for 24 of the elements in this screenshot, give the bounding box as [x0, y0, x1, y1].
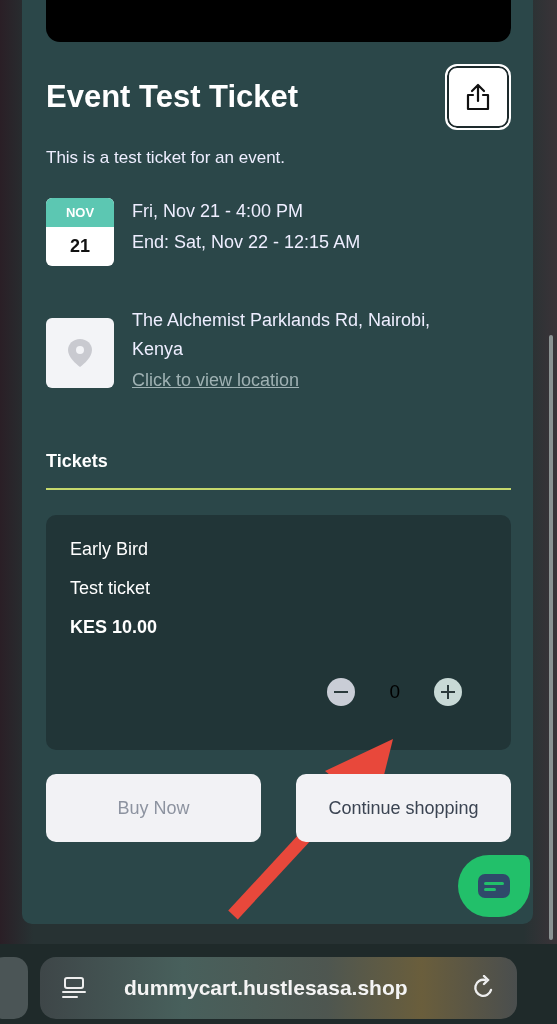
share-icon — [465, 83, 491, 111]
calendar-day: 21 — [46, 227, 114, 266]
address-bar[interactable]: dummycart.hustlesasa.shop — [40, 957, 517, 1019]
ticket-price: KES 10.00 — [70, 617, 159, 638]
chat-icon — [478, 874, 510, 898]
tickets-heading: Tickets — [46, 451, 109, 472]
ticket-name: Early Bird — [70, 539, 150, 560]
ticket-description: Test ticket — [70, 578, 152, 599]
minus-icon — [334, 691, 349, 693]
browser-tab-edge — [0, 957, 28, 1019]
event-address: The Alchemist Parklands Rd, Nairobi, Kenya — [132, 309, 432, 361]
view-location-link[interactable]: Click to view location — [132, 370, 452, 391]
start-time: Fri, Nov 21 - 4:00 PM — [132, 201, 305, 222]
url-text: dummycart.hustlesasa.shop — [124, 976, 409, 1000]
event-title: Event Test Ticket — [46, 79, 299, 115]
map-pin-icon — [67, 338, 93, 368]
increase-button[interactable] — [434, 678, 462, 706]
continue-shopping-button[interactable]: Continue shopping — [296, 774, 511, 842]
calendar-month: NOV — [46, 198, 114, 227]
reader-icon — [62, 976, 86, 1000]
plus-icon — [441, 685, 455, 699]
end-time: End: Sat, Nov 22 - 12:15 AM — [132, 232, 361, 253]
event-description: This is a test ticket for an event. — [46, 148, 287, 168]
share-button[interactable] — [445, 64, 511, 130]
